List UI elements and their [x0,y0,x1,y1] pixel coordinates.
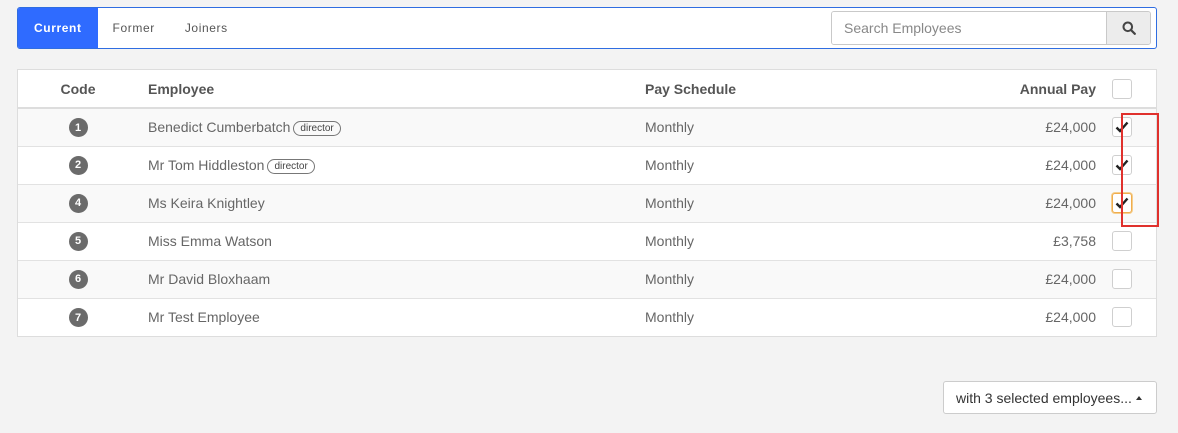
employee-name[interactable]: Mr Test Employee [148,309,260,325]
row-select-checkbox[interactable] [1112,307,1132,328]
employee-name[interactable]: Mr David Bloxhaam [148,271,270,287]
caret-up-icon [1135,395,1142,400]
table-row[interactable]: 2 Mr Tom Hiddleston director Monthly £24,000 [18,145,1156,184]
select-cell [1112,221,1156,260]
code-cell: 7 [18,297,138,336]
select-cell [1112,259,1156,298]
director-badge: director [293,120,341,136]
row-select-checkbox[interactable] [1112,155,1132,175]
search-icon [1122,21,1136,35]
tab-former[interactable]: Former [98,8,170,48]
select-cell [1112,183,1156,222]
pay-schedule-cell: Monthly [645,221,895,260]
row-select-checkbox[interactable] [1112,117,1132,138]
select-cell [1112,145,1156,184]
pay-schedule-cell: Monthly [645,183,895,222]
pay-schedule-cell: Monthly [645,297,895,336]
code-cell: 2 [18,145,138,184]
code-badge: 6 [68,269,88,289]
check-icon [1115,197,1129,209]
top-toolbar: Current Former Joiners [17,7,1157,49]
annual-pay-cell: £24,000 [895,183,1112,222]
select-all-checkbox[interactable] [1112,78,1132,99]
director-badge: director [267,158,315,174]
annual-pay-cell: £24,000 [895,297,1112,336]
table-row[interactable]: 5 Miss Emma Watson Monthly £3,758 [18,221,1156,260]
search-button[interactable] [1106,12,1150,44]
code-cell: 4 [18,183,138,222]
employee-name[interactable]: Mr Tom Hiddleston [148,157,264,173]
bulk-action-dropdown[interactable]: with 3 selected employees... [943,381,1157,414]
employee-cell: Benedict Cumberbatch director [138,108,645,146]
annual-pay-cell: £3,758 [895,221,1112,260]
column-header-select [1112,70,1156,109]
bulk-action-label: with 3 selected employees... [956,389,1132,406]
table-header-row: Code Employee Pay Schedule Annual Pay [18,70,1156,109]
tab-joiners[interactable]: Joiners [170,8,243,48]
employee-cell: Mr Tom Hiddleston director [138,145,645,184]
employee-cell: Mr Test Employee [138,297,645,336]
employee-cell: Ms Keira Knightley [138,183,645,222]
pay-schedule-cell: Monthly [645,259,895,298]
column-header-pay-schedule: Pay Schedule [645,70,895,109]
row-select-checkbox[interactable] [1112,269,1132,289]
table-row[interactable]: 6 Mr David Bloxhaam Monthly £24,000 [18,259,1156,298]
column-header-employee: Employee [138,70,645,109]
employee-name[interactable]: Benedict Cumberbatch [148,119,290,135]
pay-schedule-cell: Monthly [645,145,895,184]
code-cell: 6 [18,259,138,298]
code-badge: 1 [68,118,88,137]
column-header-annual-pay: Annual Pay [895,70,1112,109]
annual-pay-cell: £24,000 [1045,119,1096,136]
search-input[interactable] [832,12,1106,44]
code-badge: 2 [68,155,88,175]
annual-pay-cell: £24,000 [895,145,1112,184]
table-row[interactable]: 7 Mr Test Employee Monthly £24,000 [18,297,1156,336]
tab-current[interactable]: Current [18,8,98,48]
employees-table: Code Employee Pay Schedule Annual Pay 1 B… [17,69,1157,337]
employee-cell: Mr David Bloxhaam [138,259,645,298]
check-icon [1115,159,1129,171]
employee-name[interactable]: Miss Emma Watson [148,233,272,249]
employee-name[interactable]: Ms Keira Knightley [148,195,265,211]
employee-cell: Miss Emma Watson [138,221,645,260]
select-cell [1112,108,1156,146]
annual-pay-cell: £24,000 [895,259,1112,298]
row-select-checkbox[interactable] [1112,231,1132,251]
table-row[interactable]: 4 Ms Keira Knightley Monthly £24,000 [18,183,1156,222]
column-header-code: Code [18,70,138,109]
row-select-checkbox[interactable] [1112,193,1132,213]
code-badge: 5 [68,231,88,251]
pay-schedule-cell: Monthly [645,119,695,136]
code-cell: 5 [18,221,138,260]
code-badge: 4 [68,193,88,213]
code-badge: 7 [68,308,88,327]
table-row[interactable]: 1 Benedict Cumberbatch director Monthly £24,… [18,108,1156,146]
check-icon [1115,121,1129,134]
employee-tabs: Current Former Joiners [18,8,243,48]
select-cell [1112,297,1156,336]
search-box [831,11,1151,45]
code-cell: 1 [18,108,138,146]
